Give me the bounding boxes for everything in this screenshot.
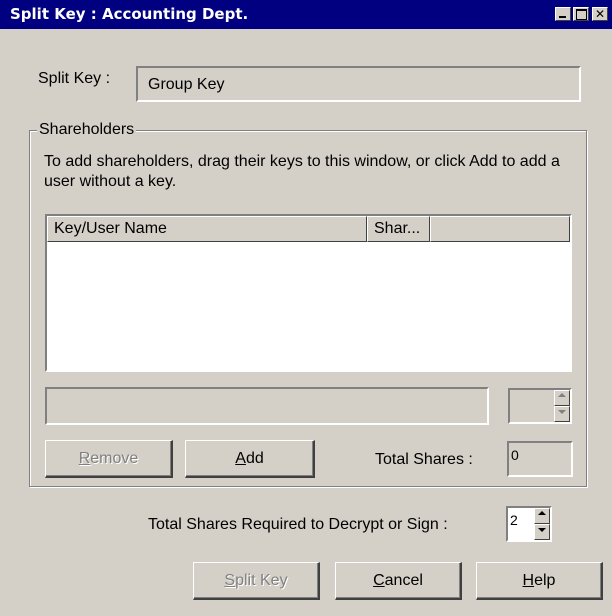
- add-button[interactable]: Add: [185, 440, 315, 478]
- required-shares-label: Total Shares Required to Decrypt or Sign…: [148, 516, 448, 533]
- shares-spin-up-button: [554, 390, 570, 406]
- split-key-label: Split Key :: [38, 70, 111, 87]
- column-header-shares[interactable]: Shar...: [367, 216, 430, 242]
- required-spin-up-button[interactable]: [534, 508, 550, 524]
- required-shares-spinner[interactable]: 2: [506, 506, 552, 542]
- chevron-up-icon: [558, 393, 566, 397]
- minimize-icon[interactable]: [555, 7, 571, 21]
- column-header-empty: [430, 216, 570, 242]
- chevron-up-icon: [538, 511, 546, 515]
- help-button-label: elp: [534, 572, 556, 589]
- cancel-button[interactable]: Cancel: [335, 562, 462, 600]
- column-header-name[interactable]: Key/User Name: [47, 216, 367, 242]
- split-key-button-label: plit Key: [235, 572, 288, 589]
- shareholders-instructions: To add shareholders, drag their keys to …: [44, 153, 560, 190]
- shareholders-group-label: Shareholders: [37, 121, 137, 139]
- close-icon[interactable]: ✕: [592, 7, 608, 21]
- split-key-button[interactable]: Split Key: [193, 562, 320, 600]
- cancel-button-label: ancel: [384, 572, 423, 589]
- title-bar[interactable]: Split Key : Accounting Dept. ✕: [0, 0, 612, 29]
- add-button-mnemonic: A: [235, 450, 246, 467]
- list-header: Key/User Name Shar...: [47, 216, 570, 242]
- shareholder-name-field: [45, 387, 489, 425]
- shares-spin-down-button: [554, 406, 570, 422]
- remove-button-mnemonic: R: [78, 450, 91, 467]
- help-button[interactable]: Help: [476, 562, 603, 600]
- remove-button[interactable]: Remove: [45, 440, 173, 478]
- remove-button-label: emove: [90, 450, 139, 467]
- chevron-down-icon: [558, 410, 566, 414]
- total-shares-field: 0: [507, 441, 573, 477]
- add-button-label: dd: [245, 450, 264, 467]
- split-key-field: Group Key: [136, 66, 581, 102]
- required-shares-value[interactable]: 2: [510, 512, 518, 528]
- shareholders-list[interactable]: Key/User Name Shar...: [45, 214, 572, 372]
- chevron-down-icon: [538, 528, 546, 532]
- total-shares-label: Total Shares :: [375, 451, 473, 468]
- split-key-button-mnemonic: S: [224, 572, 236, 589]
- split-key-value: Group Key: [148, 76, 225, 93]
- shares-spinner: [508, 388, 572, 424]
- cancel-button-mnemonic: C: [373, 572, 385, 589]
- maximize-icon[interactable]: [573, 7, 589, 21]
- total-shares-value: 0: [511, 447, 519, 463]
- window-title: Split Key : Accounting Dept.: [10, 5, 249, 23]
- help-button-mnemonic: H: [522, 572, 535, 589]
- required-spin-down-button[interactable]: [534, 524, 550, 540]
